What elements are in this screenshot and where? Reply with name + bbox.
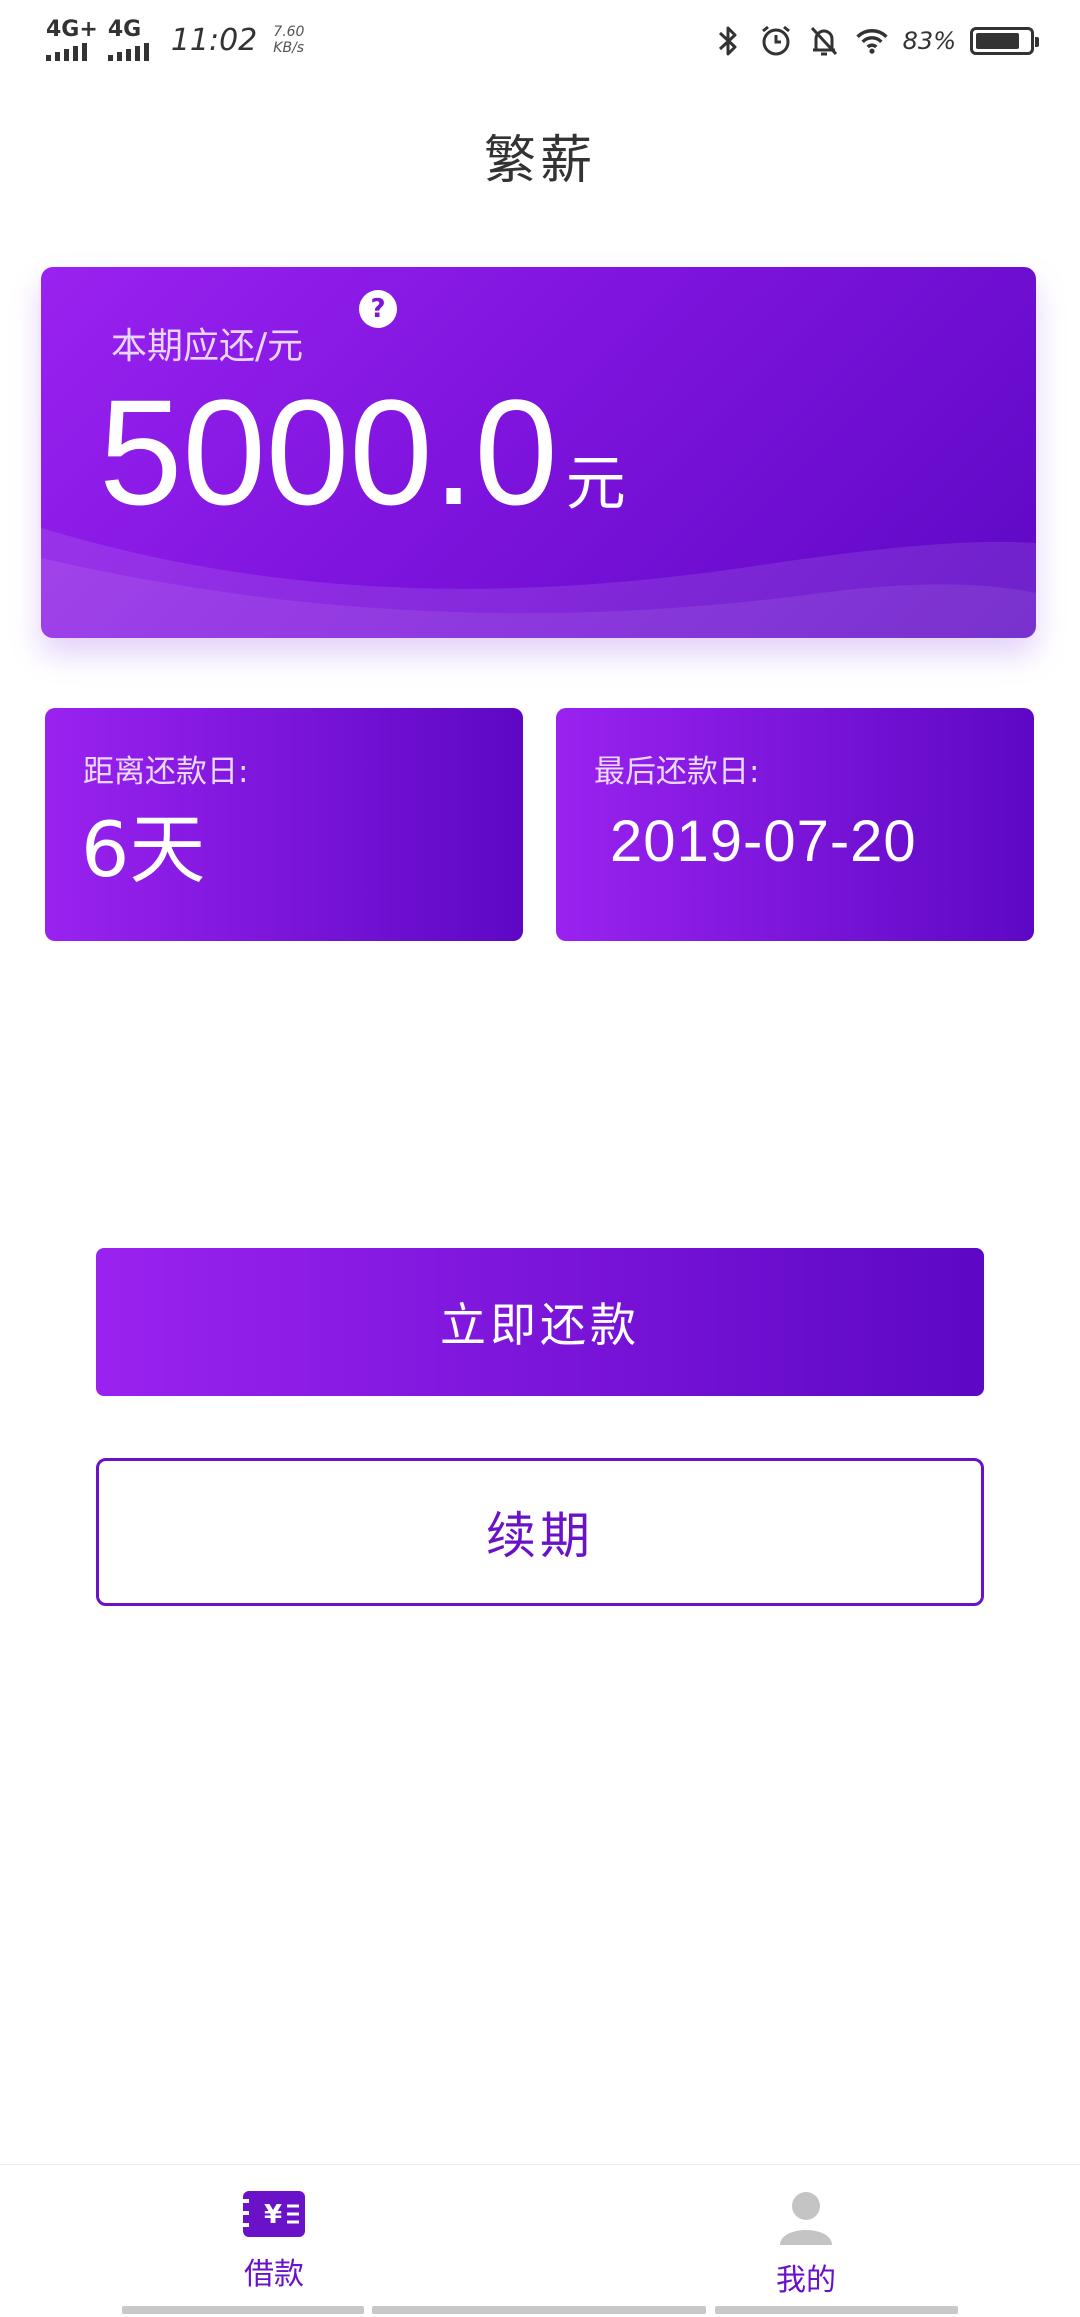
final-due-date-value: 2019-07-20 [610,809,917,874]
battery-fill [976,33,1020,49]
svg-text:¥: ¥ [264,2200,282,2230]
bluetooth-icon [711,24,745,58]
network-speed-value: 7.60 [273,24,305,40]
user-avatar-icon [780,2192,832,2245]
network-speed-unit: KB/s [273,40,305,56]
status-bar: 4G+ 4G 11:02 7.60 KB/s 83% [0,0,1080,80]
signal-4g: 4G [107,17,149,61]
days-until-due-card: 距离还款日: 6天 [45,708,523,941]
status-left: 4G+ 4G 11:02 7.60 KB/s [46,16,304,64]
nav-item-loan[interactable]: ¥ 借款 [184,2189,364,2293]
alarm-icon [759,24,793,58]
battery-icon [970,27,1039,55]
final-due-date-card: 最后还款日: 2019-07-20 [556,708,1034,941]
signal-label: 4G [107,17,142,42]
nav-label-mine: 我的 [776,2263,836,2298]
help-icon[interactable]: ? [359,290,397,328]
signal-bars-icon [107,43,149,61]
clock: 11:02 [170,22,258,58]
home-indicator [0,2306,1080,2316]
amount-due-card: 本期应还/元 ? 5000.0 元 [41,267,1036,638]
amount-due-label: 本期应还/元 [111,326,304,367]
nav-item-mine[interactable]: 我的 [716,2189,896,2299]
nav-label-loan: 借款 [244,2257,304,2292]
amount-due-value: 5000.0 [99,368,558,536]
page-title: 繁薪 [483,131,596,191]
amount-due-unit: 元 [565,449,626,519]
status-right: 83% [711,18,1039,64]
days-until-due-value: 6天 [81,805,206,894]
wifi-icon [855,24,889,58]
signal-bars-icon [46,43,87,61]
renew-button[interactable]: 续期 [96,1458,984,1606]
network-speed: 7.60 KB/s [273,24,304,56]
repay-now-button[interactable]: 立即还款 [96,1248,984,1396]
mute-icon [807,24,841,58]
signal-4g-plus: 4G+ [46,19,98,61]
amount-due: 5000.0 元 [99,377,626,527]
days-until-due-label: 距离还款日: [83,754,249,790]
signal-label: 4G+ [46,17,98,42]
battery-percent: 83% [902,27,956,55]
loan-wallet-icon: ¥ [239,2191,305,2237]
final-due-date-label: 最后还款日: [594,754,760,790]
bottom-nav: ¥ 借款 我的 [0,2164,1080,2317]
